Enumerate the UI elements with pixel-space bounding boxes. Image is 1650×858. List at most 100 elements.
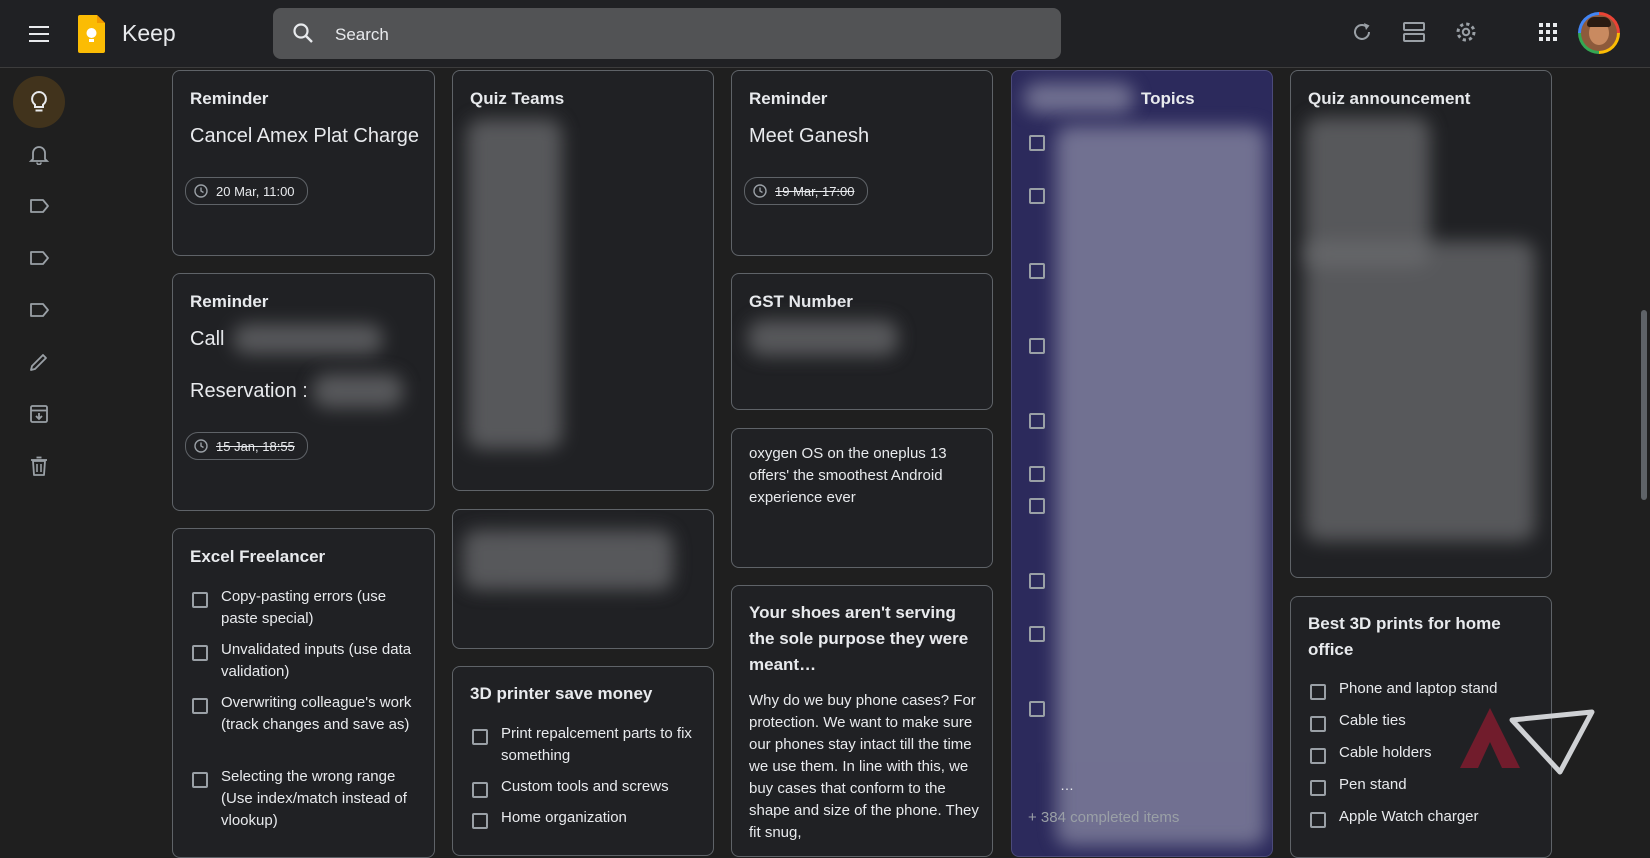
note-title: Quiz Teams — [470, 89, 565, 108]
note-card-redacted[interactable] — [452, 509, 714, 649]
checkbox[interactable] — [472, 729, 488, 745]
note-card-reminder-call[interactable]: Reminder Call Reservation : 15 Jan, 18:5… — [172, 273, 435, 511]
note-card-oxygen-os[interactable]: oxygen OS on the oneplus 13 offers' the … — [731, 428, 993, 568]
checkbox[interactable] — [1310, 748, 1326, 764]
checkbox[interactable] — [192, 772, 208, 788]
sidebar-item-archive[interactable] — [13, 388, 65, 440]
reminder-chip[interactable]: 19 Mar, 17:00 — [744, 177, 868, 205]
note-card-quiz-announcement[interactable]: Quiz announcement — [1290, 70, 1552, 578]
note-title: GST Number — [749, 292, 853, 311]
checkbox[interactable] — [192, 592, 208, 608]
page-scrollbar[interactable] — [1638, 70, 1650, 840]
sidebar-item-label-1[interactable] — [13, 180, 65, 232]
reminder-chip[interactable]: 20 Mar, 11:00 — [185, 177, 308, 205]
note-title: Reminder — [190, 89, 269, 108]
checklist-item: Selecting the wrong range (Use index/mat… — [221, 768, 407, 829]
checklist-item: Home organization — [501, 809, 627, 826]
sidebar-item-edit-labels[interactable] — [13, 336, 65, 388]
note-body: Cancel Amex Plat Charge — [190, 125, 420, 147]
checkbox[interactable] — [1310, 684, 1326, 700]
checkbox[interactable] — [1310, 780, 1326, 796]
top-bar: Keep — [0, 0, 1650, 68]
clock-icon — [753, 184, 767, 198]
sidebar-item-label-3[interactable] — [13, 284, 65, 336]
checklist-item: Cable ties — [1339, 712, 1406, 729]
sidebar-item-reminders[interactable] — [13, 128, 65, 180]
checklist-item: Phone and laptop stand — [1339, 680, 1498, 697]
note-title: Best 3D prints for home office — [1308, 614, 1501, 659]
note-card-reminder-ganesh[interactable]: Reminder Meet Ganesh 19 Mar, 17:00 — [731, 70, 993, 256]
clock-icon — [194, 439, 208, 453]
checklist-item: Overwriting colleague's work (track chan… — [221, 694, 412, 733]
checkbox[interactable] — [1029, 188, 1045, 204]
redacted-blur — [233, 324, 383, 354]
note-title: Your shoes aren't serving the sole purpo… — [749, 603, 969, 674]
checklist-item: Unvalidated inputs (use data validation) — [221, 641, 412, 680]
note-card-excel-freelancer[interactable]: Excel Freelancer Copy-pasting errors (us… — [172, 528, 435, 858]
note-card-quiz-teams[interactable]: Quiz Teams — [452, 70, 714, 491]
note-card-reminder-amex[interactable]: Reminder Cancel Amex Plat Charge 20 Mar,… — [172, 70, 435, 256]
lightbulb-icon — [31, 90, 47, 112]
checkbox[interactable] — [192, 698, 208, 714]
checkbox[interactable] — [1029, 413, 1045, 429]
note-line-call: Call — [190, 328, 225, 350]
checkbox[interactable] — [192, 645, 208, 661]
archive-icon — [30, 405, 48, 423]
note-title: 3D printer save money — [470, 684, 653, 703]
checklist-item: Apple Watch charger — [1339, 808, 1479, 825]
sidebar-item-label-2[interactable] — [13, 232, 65, 284]
reminder-chip[interactable]: 15 Jan, 18:55 — [185, 432, 308, 460]
trash-icon — [31, 456, 47, 476]
checkbox[interactable] — [1029, 498, 1045, 514]
label-icon — [30, 303, 49, 317]
refresh-icon[interactable] — [1350, 20, 1374, 44]
checkbox[interactable] — [1310, 716, 1326, 732]
redacted-blur — [467, 119, 562, 449]
note-title: Quiz announcement — [1308, 89, 1471, 108]
checkbox[interactable] — [1029, 263, 1045, 279]
label-icon — [30, 199, 49, 213]
redacted-blur — [748, 320, 898, 356]
note-card-gst-number[interactable]: GST Number — [731, 273, 993, 410]
apps-grid-icon[interactable] — [1536, 20, 1560, 44]
checkbox[interactable] — [1029, 466, 1045, 482]
checkbox[interactable] — [1029, 701, 1045, 717]
checkbox[interactable] — [472, 782, 488, 798]
checklist-item: Cable holders — [1339, 744, 1432, 761]
list-view-icon[interactable] — [1402, 20, 1426, 44]
note-body: Why do we buy phone cases? For protectio… — [749, 692, 979, 841]
sidebar-item-notes[interactable] — [13, 76, 65, 128]
note-card-3d-printer[interactable]: 3D printer save money Print repalcement … — [452, 666, 714, 856]
sidebar-item-trash[interactable] — [13, 440, 65, 492]
app-title[interactable]: Keep — [122, 20, 176, 47]
account-avatar[interactable] — [1578, 12, 1620, 54]
search-input[interactable] — [333, 8, 1037, 61]
search-icon[interactable] — [291, 21, 315, 45]
bell-icon — [28, 146, 50, 165]
checkbox[interactable] — [1029, 135, 1045, 151]
label-icon — [30, 251, 49, 265]
note-body: Meet Ganesh — [749, 125, 870, 147]
keep-logo-icon — [78, 15, 105, 53]
redacted-blur — [313, 374, 403, 408]
note-card-shoes[interactable]: Your shoes aren't serving the sole purpo… — [731, 585, 993, 857]
note-body: oxygen OS on the oneplus 13 offers' the … — [749, 445, 947, 506]
search-bar[interactable] — [273, 8, 1061, 61]
redacted-blur — [1024, 83, 1134, 113]
checkbox[interactable] — [472, 813, 488, 829]
checkbox[interactable] — [1029, 626, 1045, 642]
note-title: Excel Freelancer — [190, 547, 326, 566]
checkbox[interactable] — [1029, 338, 1045, 354]
more-items-ellipsis: … — [1060, 777, 1074, 793]
checkbox[interactable] — [1029, 573, 1045, 589]
note-card-topics[interactable]: Topics … + 384 completed items — [1011, 70, 1273, 857]
note-title: Reminder — [190, 292, 269, 311]
scrollbar-thumb[interactable] — [1641, 310, 1647, 500]
checkbox[interactable] — [1310, 812, 1326, 828]
gear-icon[interactable] — [1454, 20, 1478, 44]
checklist-item: Custom tools and screws — [501, 778, 669, 795]
main-menu-button[interactable] — [22, 18, 56, 50]
completed-items-count[interactable]: + 384 completed items — [1028, 807, 1179, 829]
reminder-time: 19 Mar, 17:00 — [775, 183, 855, 199]
checklist-item: Pen stand — [1339, 776, 1407, 793]
